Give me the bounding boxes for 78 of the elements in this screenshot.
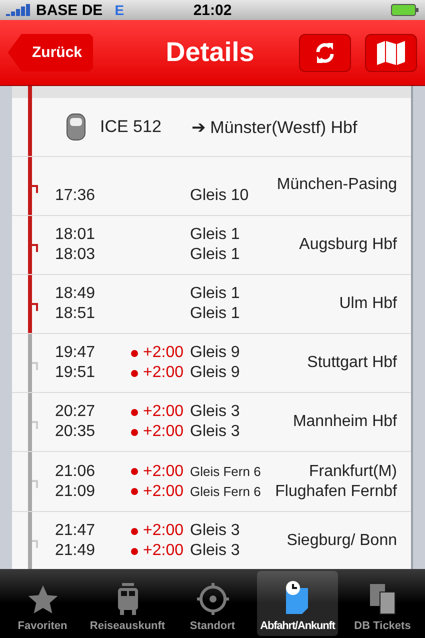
carrier-name: BASE DE bbox=[36, 2, 103, 18]
delay-dot bbox=[131, 468, 138, 475]
delay-text: +2:00 bbox=[143, 403, 184, 421]
target-icon bbox=[196, 582, 230, 616]
delay-dot bbox=[131, 350, 138, 356]
stop-time: 19:47 bbox=[55, 344, 96, 362]
delay-text: +2:00 bbox=[143, 462, 184, 480]
delay-dot bbox=[131, 488, 138, 495]
station-name: Ulm Hbf bbox=[339, 294, 397, 314]
stop-time: 18:01 bbox=[55, 226, 96, 244]
track-text: Gleis 9 bbox=[190, 344, 240, 362]
map-button[interactable] bbox=[365, 34, 417, 72]
delay-dot bbox=[131, 528, 138, 534]
stop-time: 19:51 bbox=[55, 364, 96, 382]
delay-text: +2:00 bbox=[143, 423, 184, 441]
signal-icon bbox=[6, 4, 32, 16]
stop-time: 20:35 bbox=[55, 423, 96, 441]
stop-time: 21:49 bbox=[55, 542, 96, 560]
track-text: Gleis 9 bbox=[190, 364, 240, 382]
timeline-tick bbox=[32, 244, 38, 252]
track-text: Gleis 3 bbox=[190, 423, 240, 441]
track-text: Gleis 1 bbox=[190, 246, 240, 264]
track-text: Gleis 3 bbox=[190, 542, 240, 560]
battery-icon bbox=[391, 4, 419, 16]
timeline-tick bbox=[32, 421, 38, 429]
delay-text: +2:00 bbox=[143, 482, 184, 500]
delay-text: +2:00 bbox=[143, 522, 184, 540]
station-name: Stuttgart Hbf bbox=[307, 353, 397, 373]
track-text: Gleis 3 bbox=[190, 403, 240, 421]
refresh-icon bbox=[314, 40, 336, 64]
stop-time: 18:49 bbox=[55, 285, 96, 303]
delay-dot bbox=[131, 548, 138, 554]
stop-time: 21:06 bbox=[55, 462, 96, 480]
network-type: E bbox=[114, 2, 124, 18]
delay-text: +2:00 bbox=[143, 344, 184, 362]
delay-text: +2:00 bbox=[143, 364, 184, 382]
tickets-icon bbox=[368, 582, 398, 616]
stop-time: 17:36 bbox=[55, 187, 96, 205]
stop-time: 21:47 bbox=[55, 522, 96, 540]
stop-time: 18:51 bbox=[55, 305, 96, 323]
track-text: Gleis 1 bbox=[190, 305, 240, 323]
stop-time: 18:03 bbox=[55, 246, 96, 264]
stop-time: 20:27 bbox=[55, 403, 96, 421]
delay-text: +2:00 bbox=[143, 542, 184, 560]
station-name: München-Pasing bbox=[276, 175, 397, 195]
track-text: Gleis 1 bbox=[190, 226, 240, 244]
delay-dot bbox=[131, 408, 138, 416]
track-text: Gleis 1 bbox=[190, 285, 240, 303]
station-name: Frankfurt(M) Flughafen Fernbf bbox=[275, 462, 397, 502]
status-time: 21:02 bbox=[192, 2, 233, 18]
star-icon bbox=[26, 584, 60, 616]
page-title: Details bbox=[164, 37, 256, 68]
tab-item[interactable]: DB Tickets bbox=[342, 571, 423, 636]
station-name: Siegburg/ Bonn bbox=[286, 531, 397, 551]
timeline-tick bbox=[32, 540, 38, 548]
refresh-button[interactable] bbox=[299, 34, 351, 72]
station-name: Mannheim Hbf bbox=[292, 412, 397, 432]
station-name: Augsburg Hbf bbox=[299, 235, 397, 255]
track-text: Gleis Fern 6 bbox=[190, 484, 261, 499]
timeline-tick bbox=[32, 303, 38, 311]
train-icon bbox=[66, 113, 86, 141]
stop-time: 21:09 bbox=[55, 482, 96, 500]
delay-dot bbox=[131, 370, 138, 376]
track-text: Gleis 3 bbox=[190, 522, 240, 540]
tab-item[interactable]: Reiseauskunft bbox=[87, 571, 168, 636]
tab-item[interactable]: Standort bbox=[172, 571, 253, 636]
delay-dot bbox=[131, 428, 138, 436]
map-icon bbox=[376, 40, 406, 66]
track-text: Gleis 10 bbox=[190, 187, 249, 205]
track-text: Gleis Fern 6 bbox=[190, 464, 261, 479]
timeline-tick bbox=[32, 362, 38, 370]
timeline-tick bbox=[32, 185, 38, 193]
tab-item[interactable]: Abfahrt/Ankunft bbox=[257, 571, 338, 636]
train-number: ICE 512 bbox=[100, 117, 162, 137]
back-button[interactable]: Zurück bbox=[8, 34, 94, 72]
train-destination: ➔ Münster(Westf) Hbf bbox=[191, 116, 358, 138]
tab-item[interactable]: Favoriten bbox=[2, 571, 83, 636]
timeline-tick bbox=[32, 480, 38, 488]
